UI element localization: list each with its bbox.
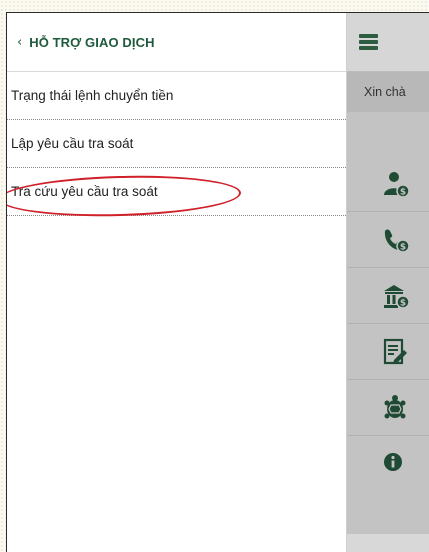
app-window: ‹ HỖ TRỢ GIAO DỊCH Trạng thái lệnh chuyể… [6,12,429,552]
menu-item-label: Trạng thái lệnh chuyển tiền [11,88,174,103]
svg-text:$: $ [400,187,406,197]
hamburger-menu-icon[interactable] [359,34,378,50]
menu-header[interactable]: ‹ HỖ TRỢ GIAO DỊCH [7,13,346,72]
back-chevron-icon[interactable]: ‹ [17,36,22,49]
svg-text:$: $ [400,242,406,252]
app-header [347,13,429,72]
user-money-icon: $ [384,171,410,198]
feature-icon-list: $ $ $ [347,156,429,492]
bank-money-icon: $ [384,284,410,309]
feature-row[interactable] [347,436,429,492]
feature-row[interactable]: $ [347,212,429,268]
menu-item-create-inquiry[interactable]: Lập yêu cầu tra soát [7,120,346,168]
menu-item-lookup-inquiry[interactable]: Tra cứu yêu cầu tra soát [7,168,346,216]
menu-item-label: Tra cứu yêu cầu tra soát [11,184,158,199]
bottom-strip [347,534,429,552]
page-background: ‹ HỖ TRỢ GIAO DỊCH Trạng thái lệnh chuyể… [0,0,429,552]
feature-row[interactable]: $ [347,268,429,324]
greeting-text: Xin chà [347,72,429,112]
document-edit-icon [383,338,407,364]
menu-item-label: Lập yêu cầu tra soát [11,136,134,151]
menu-item-transfer-status[interactable]: Trạng thái lệnh chuyển tiền [7,72,346,120]
svg-text:$: $ [400,298,406,308]
tortoise-icon [384,394,406,418]
feature-row[interactable] [347,324,429,380]
menu-title: HỖ TRỢ GIAO DỊCH [29,34,155,50]
main-app-overlay[interactable]: Xin chà $ $ $ [347,13,429,552]
phone-money-icon: $ [384,229,410,253]
feature-row[interactable] [347,380,429,436]
feature-row[interactable]: $ [347,156,429,212]
side-menu: ‹ HỖ TRỢ GIAO DỊCH Trạng thái lệnh chuyể… [7,13,347,552]
info-icon [384,453,402,471]
